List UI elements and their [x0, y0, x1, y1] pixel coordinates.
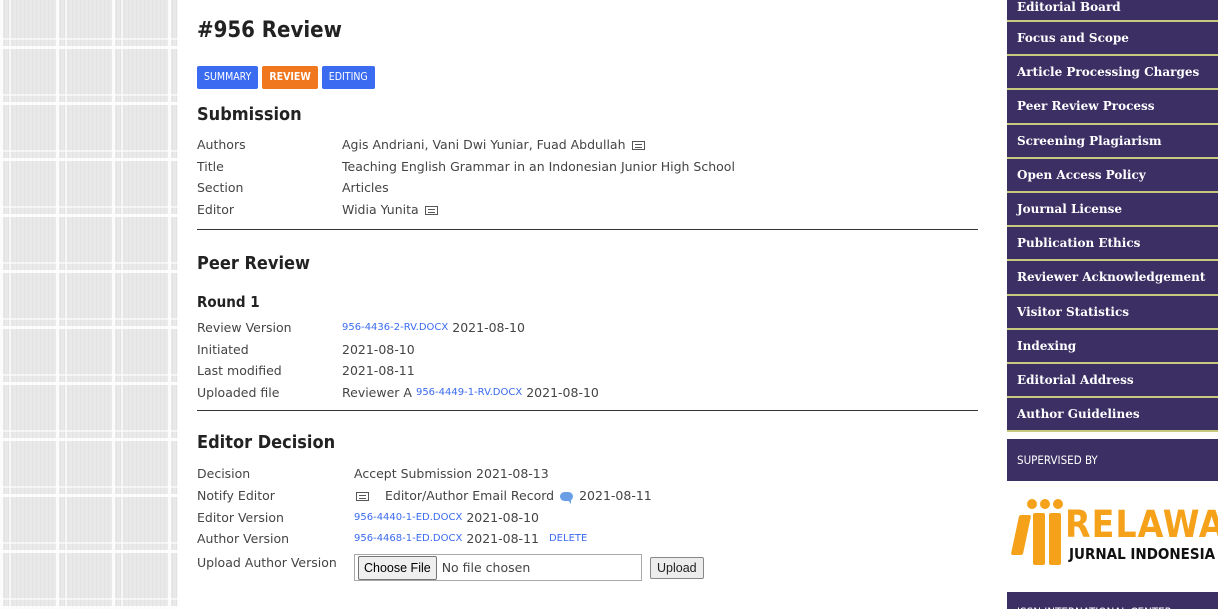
row-label: Upload Author Version [197, 555, 337, 570]
submission-row-authors: Authors Agis Andriani, Vani Dwi Yuniar, … [197, 135, 977, 155]
logo-mark-dot [1053, 499, 1063, 510]
sidebar-item-focus-and-scope[interactable]: Focus and Scope [1007, 22, 1218, 57]
row-label: Initiated [197, 342, 249, 357]
row-label: Review Version [197, 320, 292, 335]
email-icon[interactable] [424, 205, 438, 215]
row-label: Notify Editor [197, 488, 275, 503]
logo-subtext: JURNAL INDONESIA [1069, 545, 1216, 564]
right-sidebar: Editorial Board Focus and Scope Article … [1007, 0, 1218, 609]
upload-author-version-row: Upload Author Version Choose File No fil… [197, 553, 977, 583]
row-label: Authors [197, 137, 246, 152]
row-label: Author Version [197, 531, 290, 546]
author-version-date: 2021-08-11 [466, 531, 539, 546]
row-label: Uploaded file [197, 385, 280, 400]
editor-version-date: 2021-08-10 [466, 510, 539, 525]
submission-row-section: Section Articles [197, 178, 977, 198]
section-title-submission: Submission [197, 104, 302, 125]
choose-file-button[interactable]: Choose File [358, 555, 437, 580]
file-input[interactable]: Choose File No file chosen [354, 554, 642, 581]
logo-mark-bar [1010, 515, 1032, 556]
sidebar-item-editorial-board[interactable]: Editorial Board [1007, 0, 1218, 22]
round-title: Round 1 [197, 293, 260, 311]
decision-row: Decision Accept Submission 2021-08-13 [197, 464, 977, 484]
section-title-peer-review: Peer Review [197, 253, 310, 274]
review-row-review-version: Review Version 956-4436-2-RV.DOCX 2021-0… [197, 318, 977, 338]
main-content: #956 Review SUMMARY REVIEW EDITING Submi… [196, 0, 980, 609]
sidebar-item-journal-license[interactable]: Journal License [1007, 192, 1218, 228]
sidebar-item-publication-ethics[interactable]: Publication Ethics [1007, 227, 1218, 262]
notify-editor-row: Notify Editor Editor/Author Email Record… [197, 486, 977, 506]
editor-value: Widia Yunita [342, 202, 419, 217]
tab-bar: SUMMARY REVIEW EDITING [197, 66, 375, 89]
page-title: #956 Review [197, 18, 342, 43]
review-row-initiated: Initiated 2021-08-10 [197, 340, 977, 360]
editor-version-file-link[interactable]: 956-4440-1-ED.DOCX [354, 508, 462, 528]
uploaded-file-date: 2021-08-10 [526, 385, 599, 400]
submission-row-title: Title Teaching English Grammar in an Ind… [197, 157, 977, 177]
review-row-last-modified: Last modified 2021-08-11 [197, 361, 977, 381]
author-version-file-link[interactable]: 956-4468-1-ED.DOCX [354, 529, 462, 549]
email-icon[interactable] [631, 140, 645, 150]
issn-center-header[interactable]: ISSN INTERNATIONAL CENTER [1007, 592, 1218, 609]
uploaded-file-link[interactable]: 956-4449-1-RV.DOCX [416, 383, 522, 403]
row-label: Editor Version [197, 510, 284, 525]
logo-mark-dot [1040, 499, 1050, 510]
sidebar-item-article-processing-charges[interactable]: Article Processing Charges [1007, 56, 1218, 91]
supervised-by-header: SUPERVISED BY [1007, 439, 1218, 482]
logo-mark-bar [1033, 513, 1045, 566]
logo-mark-bar [1049, 513, 1061, 566]
delete-link[interactable]: DELETE [549, 529, 587, 549]
review-row-uploaded-file: Uploaded file Reviewer A 956-4449-1-RV.D… [197, 383, 977, 403]
row-label: Last modified [197, 363, 282, 378]
sidebar-item-screening-plagiarism[interactable]: Screening Plagiarism [1007, 124, 1218, 159]
tab-editing[interactable]: EDITING [321, 66, 375, 89]
sidebar-item-author-guidelines[interactable]: Author Guidelines [1007, 398, 1218, 433]
decorative-background [0, 0, 178, 609]
row-label: Decision [197, 466, 251, 481]
sidebar-item-visitor-statistics[interactable]: Visitor Statistics [1007, 295, 1218, 330]
sidebar-item-peer-review-process[interactable]: Peer Review Process [1007, 90, 1218, 125]
email-icon[interactable] [356, 491, 369, 501]
sidebar-item-reviewer-acknowledgement[interactable]: Reviewer Acknowledgement [1007, 261, 1218, 296]
sidebar-item-open-access-policy[interactable]: Open Access Policy [1007, 158, 1218, 193]
decision-value: Accept Submission 2021-08-13 [354, 466, 549, 481]
divider [197, 410, 978, 411]
logo-mark-dot [1027, 499, 1037, 510]
sidebar-gap [1007, 432, 1218, 440]
section-title-editor-decision: Editor Decision [197, 432, 336, 453]
sidebar-item-editorial-address[interactable]: Editorial Address [1007, 363, 1218, 399]
review-version-file-link[interactable]: 956-4436-2-RV.DOCX [342, 318, 448, 338]
tab-review[interactable]: REVIEW [262, 66, 318, 89]
authors-value: Agis Andriani, Vani Dwi Yuniar, Fuad Abd… [342, 137, 626, 152]
submission-row-editor: Editor Widia Yunita [197, 200, 977, 220]
divider [197, 229, 978, 230]
review-version-date: 2021-08-10 [452, 320, 525, 335]
section-value: Articles [342, 180, 389, 195]
title-value: Teaching English Grammar in an Indonesia… [342, 159, 735, 174]
upload-button[interactable]: Upload [650, 556, 704, 579]
tab-summary[interactable]: SUMMARY [197, 66, 259, 89]
notify-date: 2021-08-11 [579, 488, 652, 503]
no-file-text: No file chosen [441, 559, 531, 575]
logo-text: RELAWAN [1065, 503, 1218, 547]
initiated-value: 2021-08-10 [342, 342, 415, 357]
comment-icon[interactable] [560, 491, 574, 504]
author-version-row: Author Version 956-4468-1-ED.DOCX 2021-0… [197, 529, 977, 549]
email-record-link[interactable]: Editor/Author Email Record [385, 486, 554, 506]
sidebar-item-indexing[interactable]: Indexing [1007, 329, 1218, 364]
reviewer-name: Reviewer A [342, 385, 412, 400]
row-label: Section [197, 180, 244, 195]
editor-version-row: Editor Version 956-4440-1-ED.DOCX 2021-0… [197, 508, 977, 528]
row-label: Title [197, 159, 224, 174]
row-label: Editor [197, 202, 234, 217]
relawan-jurnal-indonesia-logo[interactable]: RELAWAN JURNAL INDONESIA [1007, 481, 1218, 584]
last-modified-value: 2021-08-11 [342, 363, 415, 378]
